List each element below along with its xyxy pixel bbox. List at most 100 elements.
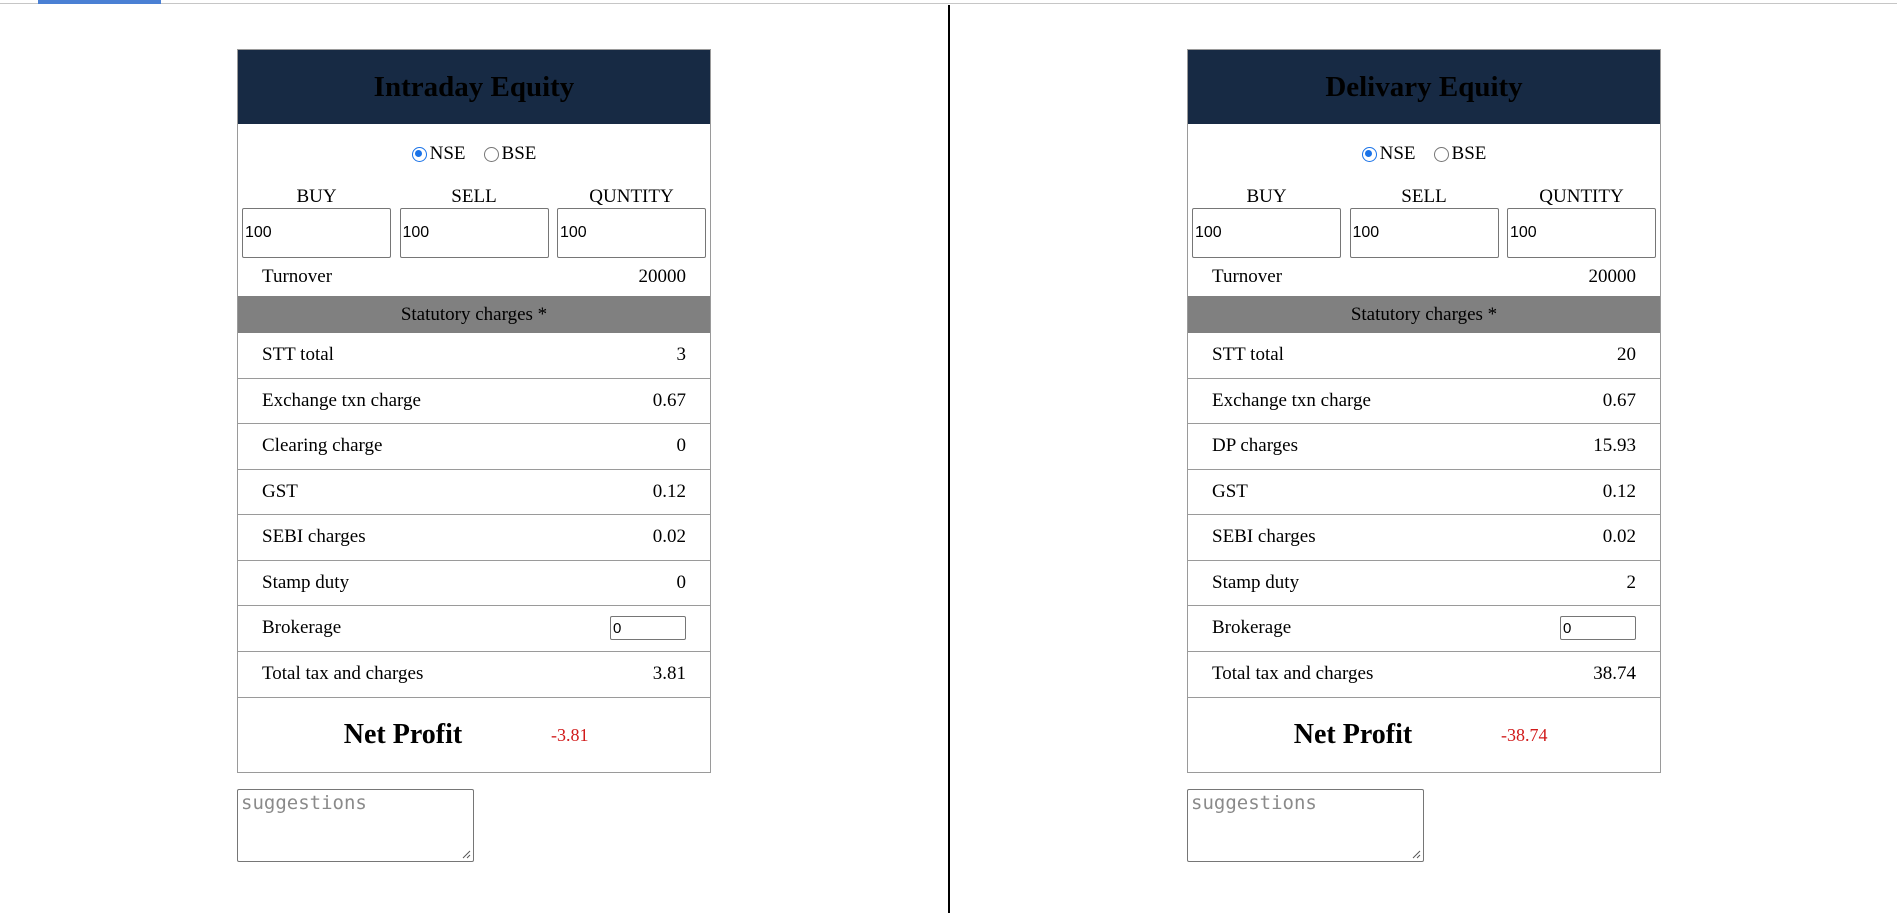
charge-value: 0.02 xyxy=(1602,526,1636,548)
nse-radio[interactable] xyxy=(1361,146,1377,162)
turnover-row: Turnover 20000 xyxy=(238,258,710,296)
charge-value: 0.12 xyxy=(652,480,686,502)
charge-label: SEBI charges xyxy=(262,526,366,548)
turnover-label: Turnover xyxy=(262,266,333,287)
nse-label: NSE xyxy=(429,143,466,164)
delivery-suggestions-textarea[interactable]: suggestions xyxy=(1187,789,1424,862)
quantity-column: QUNTITY 100 xyxy=(1507,182,1656,258)
charge-label: DP charges xyxy=(1212,435,1299,457)
charge-label: Stamp duty xyxy=(262,571,350,593)
buy-label: BUY xyxy=(1246,186,1287,207)
buy-label: BUY xyxy=(296,186,337,207)
bse-radio[interactable] xyxy=(1433,146,1449,162)
charge-value: 0.12 xyxy=(1602,480,1636,502)
charges-list: STT total 20 Exchange txn charge 0.67 DP… xyxy=(1188,333,1660,697)
quantity-label: QUNTITY xyxy=(589,186,674,207)
panel-divider xyxy=(948,5,950,913)
intraday-inputs: BUY 100 SELL 100 QUNTITY 100 xyxy=(238,182,710,258)
delivery-nse-option[interactable]: NSE xyxy=(1361,143,1416,165)
charge-row-dp: DP charges 15.93 xyxy=(1188,424,1660,470)
intraday-exchange-selector: NSE BSE xyxy=(238,124,710,182)
brokerage-input[interactable]: 0 xyxy=(610,616,686,641)
bse-label: BSE xyxy=(501,143,537,164)
charge-value: 2 xyxy=(1626,571,1637,593)
charge-row-stt: STT total 20 xyxy=(1188,333,1660,379)
net-profit-row: Net Profit -3.81 xyxy=(238,697,710,772)
charges-list: STT total 3 Exchange txn charge 0.67 Cle… xyxy=(238,333,710,697)
resize-grip-icon[interactable] xyxy=(461,849,471,859)
intraday-suggestions-textarea[interactable]: suggestions xyxy=(237,789,474,862)
charge-label: GST xyxy=(262,480,298,502)
turnover-value: 20000 xyxy=(638,266,687,287)
quantity-input[interactable]: 100 xyxy=(557,208,706,258)
sell-label: SELL xyxy=(451,186,497,207)
charge-row-stamp-duty: Stamp duty 2 xyxy=(1188,561,1660,606)
charge-label: Exchange txn charge xyxy=(262,389,421,411)
bse-label: BSE xyxy=(1451,143,1487,164)
quantity-label: QUNTITY xyxy=(1539,186,1624,207)
intraday-bse-option[interactable]: BSE xyxy=(483,143,537,165)
statutory-charges-header: Statutory charges * xyxy=(238,296,710,333)
charge-row-total: Total tax and charges 38.74 xyxy=(1188,652,1660,698)
active-tab-indicator xyxy=(38,0,161,4)
intraday-calculator: Intraday Equity NSE BSE BUY 100 SELL 100… xyxy=(237,49,711,773)
nse-radio[interactable] xyxy=(411,146,427,162)
charge-label: Exchange txn charge xyxy=(1212,389,1371,411)
turnover-row: Turnover 20000 xyxy=(1188,258,1660,296)
delivery-exchange-selector: NSE BSE xyxy=(1188,124,1660,182)
resize-grip-icon[interactable] xyxy=(1411,849,1421,859)
total-value: 38.74 xyxy=(1593,663,1636,685)
sell-input[interactable]: 100 xyxy=(399,208,549,258)
charge-value: 0 xyxy=(676,435,687,457)
charge-row-sebi: SEBI charges 0.02 xyxy=(238,515,710,561)
brokerage-label: Brokerage xyxy=(262,617,342,639)
charge-value: 3 xyxy=(676,344,687,366)
charge-label: GST xyxy=(1212,480,1248,502)
total-value: 3.81 xyxy=(652,663,686,685)
brokerage-input[interactable]: 0 xyxy=(1560,616,1636,641)
top-border-line xyxy=(0,3,1897,4)
delivery-bse-option[interactable]: BSE xyxy=(1433,143,1487,165)
statutory-charges-header: Statutory charges * xyxy=(1188,296,1660,333)
net-profit-row: Net Profit -38.74 xyxy=(1188,697,1660,772)
charge-row-stt: STT total 3 xyxy=(238,333,710,379)
charge-row-clearing: Clearing charge 0 xyxy=(238,424,710,470)
intraday-nse-option[interactable]: NSE xyxy=(411,143,466,165)
charge-row-brokerage: Brokerage 0 xyxy=(1188,606,1660,652)
net-profit-label: Net Profit xyxy=(1293,719,1413,750)
charge-row-brokerage: Brokerage 0 xyxy=(238,606,710,652)
charge-value: 15.93 xyxy=(1593,435,1636,457)
bse-radio[interactable] xyxy=(483,146,499,162)
charge-value: 20 xyxy=(1617,344,1636,366)
total-label: Total tax and charges xyxy=(262,663,424,685)
net-profit-value: -38.74 xyxy=(1501,724,1548,745)
net-profit-label: Net Profit xyxy=(343,719,463,750)
charge-value: 0.02 xyxy=(652,526,686,548)
total-label: Total tax and charges xyxy=(1212,663,1374,685)
sell-label: SELL xyxy=(1401,186,1447,207)
buy-input[interactable]: 100 xyxy=(242,208,391,258)
suggestions-placeholder: suggestions xyxy=(241,792,367,814)
brokerage-label: Brokerage xyxy=(1212,617,1292,639)
sell-input[interactable]: 100 xyxy=(1349,208,1499,258)
nse-label: NSE xyxy=(1379,143,1416,164)
charge-row-stamp-duty: Stamp duty 0 xyxy=(238,561,710,606)
charge-row-total: Total tax and charges 3.81 xyxy=(238,652,710,698)
charge-label: SEBI charges xyxy=(1212,526,1316,548)
charge-value: 0.67 xyxy=(652,389,686,411)
charge-row-sebi: SEBI charges 0.02 xyxy=(1188,515,1660,561)
delivery-inputs: BUY 100 SELL 100 QUNTITY 100 xyxy=(1188,182,1660,258)
charge-label: Clearing charge xyxy=(262,435,383,457)
turnover-label: Turnover xyxy=(1212,266,1283,287)
charge-value: 0 xyxy=(676,571,687,593)
charge-row-exchange-txn: Exchange txn charge 0.67 xyxy=(1188,379,1660,424)
quantity-input[interactable]: 100 xyxy=(1507,208,1656,258)
intraday-title: Intraday Equity xyxy=(238,50,710,124)
charge-row-gst: GST 0.12 xyxy=(238,470,710,515)
delivery-calculator: Delivary Equity NSE BSE BUY 100 SELL 100… xyxy=(1187,49,1661,773)
buy-input[interactable]: 100 xyxy=(1192,208,1341,258)
buy-column: BUY 100 xyxy=(242,182,391,258)
charge-row-gst: GST 0.12 xyxy=(1188,470,1660,515)
quantity-column: QUNTITY 100 xyxy=(557,182,706,258)
sell-column: SELL 100 xyxy=(1349,182,1499,258)
